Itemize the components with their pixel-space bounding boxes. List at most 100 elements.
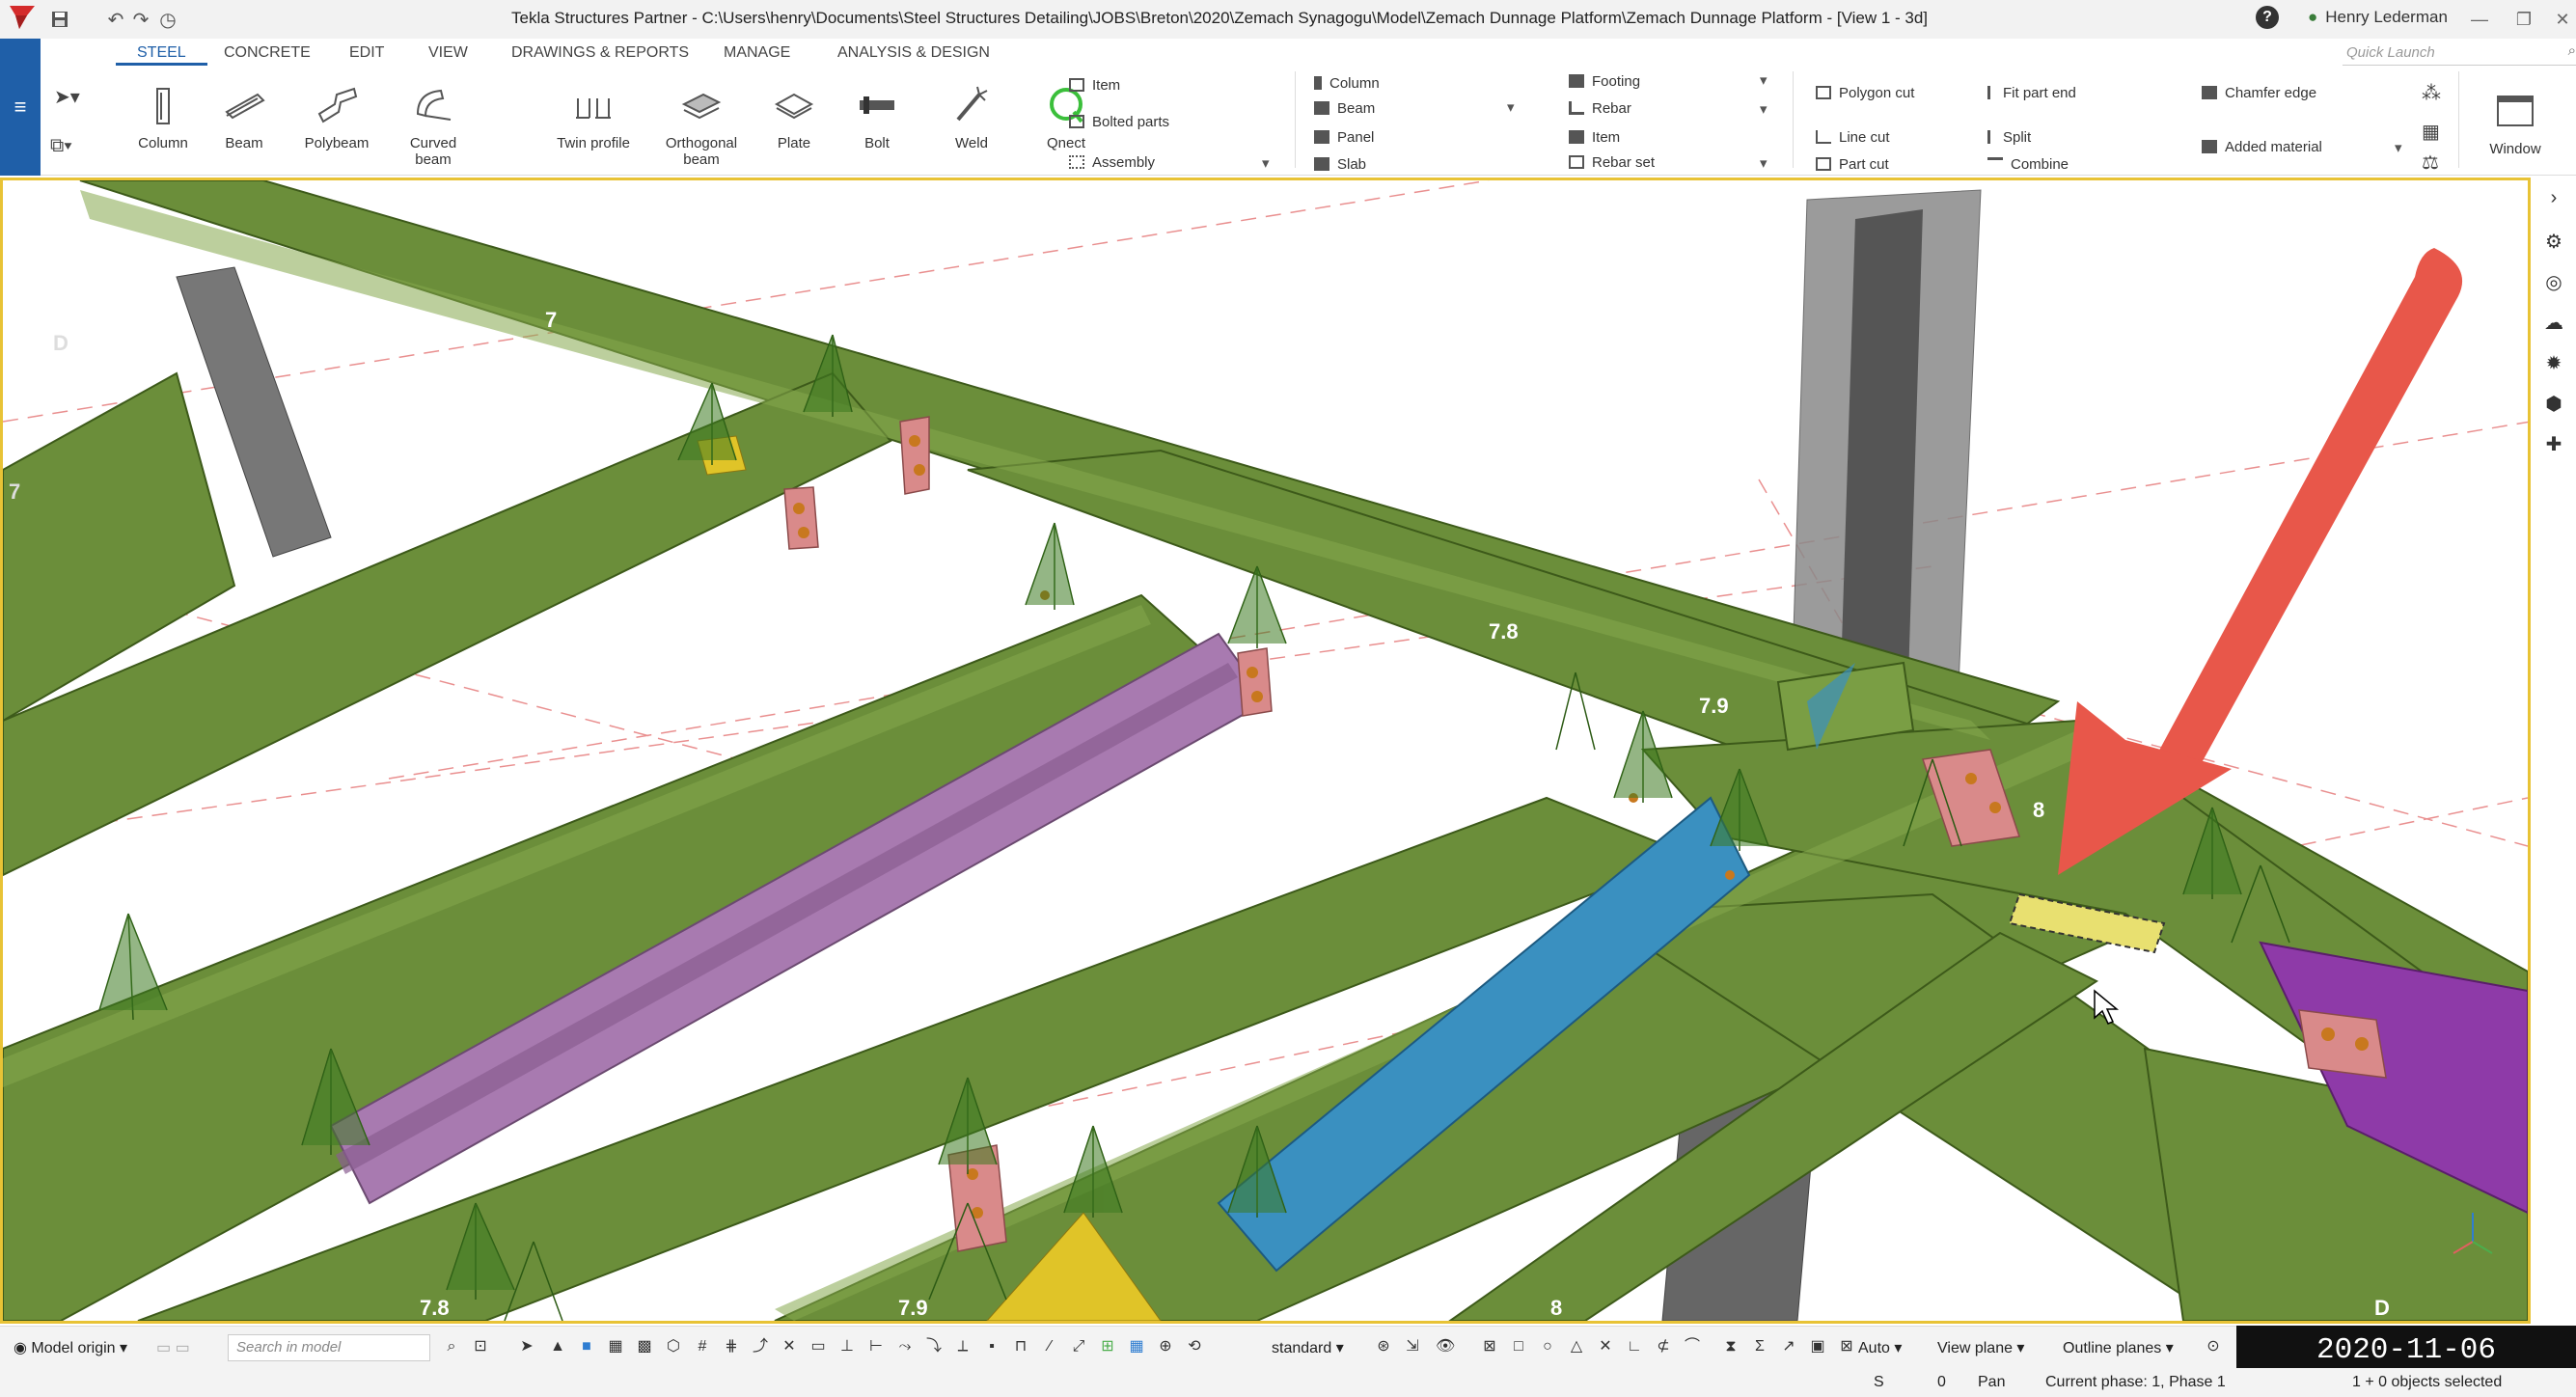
tab-analysis-design[interactable]: ANALYSIS & DESIGN bbox=[837, 39, 990, 62]
chamfer-edge-button[interactable]: Chamfer edge bbox=[2202, 85, 2316, 101]
snap-line-icon[interactable]: ⤵ bbox=[924, 1337, 944, 1356]
column-button[interactable]: Column bbox=[120, 85, 206, 151]
beam-dropdown-arrow[interactable]: ▾ bbox=[1507, 98, 1515, 116]
tab-drawings-reports[interactable]: DRAWINGS & REPORTS bbox=[511, 39, 689, 62]
snap-free-icon[interactable]: ▪ bbox=[982, 1337, 1001, 1356]
snap-end-icon[interactable]: ⤴ bbox=[751, 1337, 770, 1356]
model-origin-dropdown[interactable]: ◉ Model origin ▾ bbox=[14, 1338, 127, 1357]
fit-part-end-button[interactable]: Fit part end bbox=[1987, 85, 2076, 101]
split-button[interactable]: Split bbox=[1987, 129, 2031, 146]
concrete-item-button[interactable]: Item bbox=[1569, 129, 1620, 146]
select-tool-icon[interactable]: ➤▾ bbox=[54, 85, 80, 109]
snap-triangle-icon[interactable]: △ bbox=[1567, 1337, 1586, 1356]
curved-beam-button[interactable]: Curved beam bbox=[390, 85, 477, 168]
polybeam-button[interactable]: Polybeam bbox=[293, 85, 380, 151]
tab-manage[interactable]: MANAGE bbox=[724, 39, 790, 62]
select-grid-icon[interactable]: # bbox=[693, 1337, 712, 1356]
polygon-cut-button[interactable]: Polygon cut bbox=[1816, 85, 1914, 101]
snap-x-icon[interactable]: ✕ bbox=[1596, 1337, 1615, 1356]
snap-edge-icon[interactable]: ⊥ bbox=[837, 1337, 857, 1356]
select-arrow-icon[interactable]: ➤ bbox=[517, 1337, 536, 1356]
select-component-icon[interactable]: ▩ bbox=[635, 1337, 654, 1356]
components-icon[interactable]: ✚ bbox=[2542, 432, 2565, 455]
part-cut-button[interactable]: Part cut bbox=[1816, 156, 1889, 173]
tab-view[interactable]: VIEW bbox=[428, 39, 468, 62]
save-icon[interactable] bbox=[48, 8, 71, 31]
snap-slope-icon[interactable]: ↗ bbox=[1779, 1337, 1798, 1356]
snap-angle-icon[interactable]: ∟ bbox=[1625, 1337, 1644, 1356]
redo-icon[interactable]: ↷ bbox=[129, 8, 152, 31]
concrete-beam-button[interactable]: Beam bbox=[1314, 100, 1375, 117]
rebar-dropdown-arrow[interactable]: ▾ bbox=[1760, 100, 1768, 118]
orthogonal-beam-button[interactable]: Orthogonal beam bbox=[658, 85, 745, 168]
settings-icon[interactable]: ✹ bbox=[2542, 351, 2565, 374]
property-icon[interactable]: ⚙ bbox=[2542, 230, 2565, 253]
added-material-button[interactable]: Added material bbox=[2202, 139, 2322, 155]
restore-button[interactable]: ❐ bbox=[2505, 6, 2543, 33]
slab-button[interactable]: Slab bbox=[1314, 156, 1366, 173]
rebar-button[interactable]: Rebar bbox=[1569, 100, 1631, 117]
minimize-button[interactable]: — bbox=[2460, 6, 2499, 33]
tab-steel[interactable]: STEEL bbox=[116, 39, 207, 66]
zoom-icon[interactable]: ⊡ bbox=[471, 1337, 490, 1356]
twin-profile-button[interactable]: Twin profile bbox=[550, 85, 637, 151]
main-menu-button[interactable]: ≡ bbox=[0, 39, 41, 176]
select-3d-icon[interactable]: ⬡ bbox=[664, 1337, 683, 1356]
wireframe-icon[interactable]: ⊛ bbox=[1374, 1337, 1393, 1356]
snap-curve-icon[interactable]: ⤳ bbox=[895, 1337, 915, 1356]
snap-circle-icon[interactable]: ○ bbox=[1538, 1337, 1557, 1356]
close-button[interactable]: ✕ bbox=[2543, 6, 2576, 33]
help-icon[interactable]: ? bbox=[2256, 6, 2279, 29]
snap-override-icon[interactable]: ⟲ bbox=[1185, 1337, 1204, 1356]
tab-concrete[interactable]: CONCRETE bbox=[224, 39, 311, 62]
window-button[interactable]: Window bbox=[2481, 91, 2549, 157]
work-plane-icon[interactable]: ▭ ▭ bbox=[156, 1338, 190, 1357]
rebar-set-dropdown-arrow[interactable]: ▾ bbox=[1760, 154, 1768, 172]
snap-extend-icon[interactable]: ⊠ bbox=[1837, 1337, 1856, 1356]
snap-nearest-icon[interactable]: ⊓ bbox=[1011, 1337, 1030, 1356]
footing-dropdown-arrow[interactable]: ▾ bbox=[1760, 71, 1768, 89]
snap-fill-icon[interactable]: ▣ bbox=[1808, 1337, 1827, 1356]
rebar-set-button[interactable]: Rebar set bbox=[1569, 154, 1655, 171]
eye-icon[interactable]: 👁 bbox=[1436, 1337, 1455, 1356]
beam-button[interactable]: Beam bbox=[201, 85, 288, 151]
concrete-column-button[interactable]: Column bbox=[1314, 75, 1380, 92]
snap-geometry-icon[interactable]: ⤢ bbox=[1069, 1337, 1088, 1356]
snap-square-icon[interactable]: □ bbox=[1509, 1337, 1528, 1356]
bolted-parts-button[interactable]: Bolted parts bbox=[1069, 114, 1169, 130]
snap-grid-icon[interactable]: ⊞ bbox=[1098, 1337, 1117, 1356]
weight-tool-icon[interactable]: ⚖ bbox=[2422, 151, 2439, 175]
cloud-icon[interactable]: ☁ bbox=[2542, 311, 2565, 334]
snap-box-2-icon[interactable]: ⊠ bbox=[1480, 1337, 1499, 1356]
select-assembly-icon[interactable]: ▦ bbox=[606, 1337, 625, 1356]
catalog-icon[interactable]: ⬢ bbox=[2542, 392, 2565, 415]
weld-item-button[interactable]: Item bbox=[1069, 77, 1120, 94]
snap-plane-icon[interactable]: ▦ bbox=[1127, 1337, 1146, 1356]
line-cut-button[interactable]: Line cut bbox=[1816, 129, 1890, 146]
weld-dropdown-arrow[interactable]: ▾ bbox=[1262, 154, 1270, 172]
snap-mid-icon[interactable]: ⊢ bbox=[866, 1337, 886, 1356]
added-material-dropdown-arrow[interactable]: ▾ bbox=[2395, 139, 2402, 156]
snap-perp-icon[interactable]: ⟂ bbox=[953, 1337, 973, 1356]
search-model-input[interactable]: Search in model bbox=[228, 1334, 430, 1361]
snap-line-2-icon[interactable]: ⁄ bbox=[1040, 1337, 1059, 1356]
weld-button[interactable]: Weld bbox=[928, 85, 1015, 151]
panel-button[interactable]: Panel bbox=[1314, 129, 1374, 146]
snap-hourglass-icon[interactable]: ⧗ bbox=[1721, 1337, 1740, 1356]
auto-dropdown[interactable]: Auto ▾ bbox=[1858, 1338, 1902, 1357]
search-icon[interactable]: ⌕ bbox=[442, 1337, 461, 1356]
select-part-icon[interactable]: ▲ bbox=[548, 1337, 567, 1356]
quick-launch-input[interactable]: Quick Launch ⌕ bbox=[2343, 42, 2576, 66]
snap-tangent-icon[interactable]: ⊄ bbox=[1654, 1337, 1673, 1356]
view-plane-dropdown[interactable]: View plane ▾ bbox=[1937, 1338, 2024, 1357]
undo-icon[interactable]: ↶ bbox=[104, 8, 127, 31]
snap-reference-icon[interactable]: ⊕ bbox=[1156, 1337, 1175, 1356]
snap-arc-icon[interactable]: ⌒ bbox=[1683, 1337, 1702, 1356]
plate-button[interactable]: Plate bbox=[751, 85, 837, 151]
history-icon[interactable]: ◷ bbox=[156, 8, 179, 31]
model-view-3d[interactable]: 7 7.8 7.9 8 7.8 7.9 8 D D 7 bbox=[0, 178, 2531, 1324]
pick-icon[interactable]: ⇲ bbox=[1403, 1337, 1422, 1356]
snap-box-icon[interactable]: ▭ bbox=[808, 1337, 828, 1356]
snap-sigma-icon[interactable]: Σ bbox=[1750, 1337, 1769, 1356]
grid-tool-icon[interactable]: ▦ bbox=[2422, 120, 2440, 144]
